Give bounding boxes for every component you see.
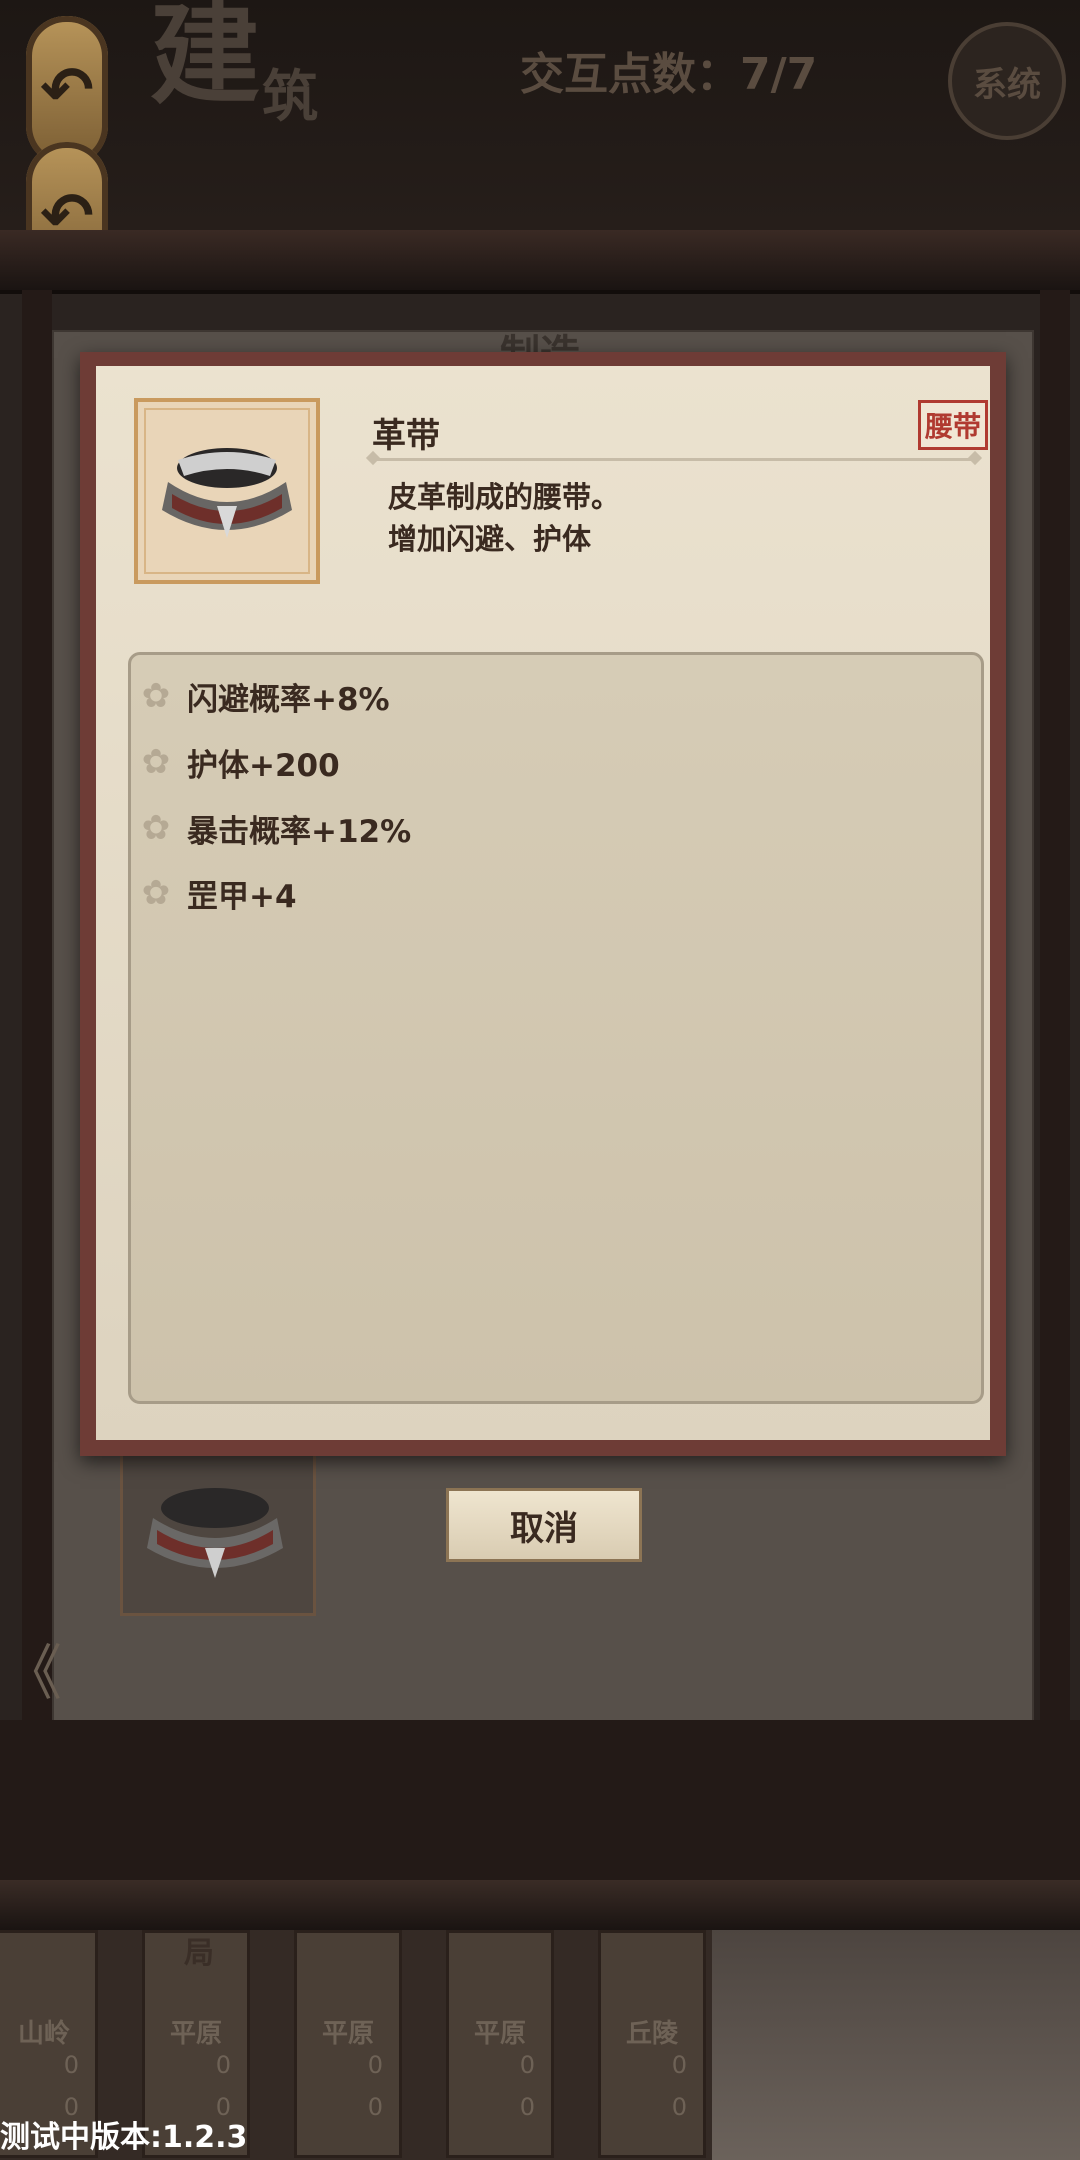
tile-value: 0 bbox=[63, 2051, 79, 2079]
stat-row: ✿ 罡甲+4 bbox=[137, 868, 297, 918]
divider bbox=[374, 458, 974, 461]
stat-text: 罡甲+4 bbox=[187, 878, 297, 915]
item-slot[interactable] bbox=[120, 1445, 316, 1616]
item-type-tag: 腰带 bbox=[918, 400, 989, 450]
description-line: 增加闪避、护体 bbox=[388, 522, 592, 556]
frame-right bbox=[1040, 290, 1070, 1890]
undo-arrow-icon: ↶ bbox=[40, 54, 94, 128]
bottom-label: 局 bbox=[184, 1936, 214, 1971]
tile-name: 丘陵 bbox=[625, 2019, 678, 2049]
chevron-left-icon[interactable]: 《 bbox=[2, 1625, 62, 1712]
tile-value: 0 bbox=[519, 2093, 535, 2121]
cancel-button[interactable]: 取消 bbox=[446, 1488, 642, 1562]
page-title: 建 bbox=[150, 0, 260, 119]
stat-text: 护体+200 bbox=[187, 747, 340, 784]
tile-value: 0 bbox=[671, 2093, 687, 2121]
item-icon-frame bbox=[134, 398, 320, 584]
tile-value: 0 bbox=[367, 2051, 383, 2079]
stat-text: 闪避概率+8% bbox=[187, 681, 390, 718]
tile-name: 平原 bbox=[321, 2019, 374, 2049]
page-title-suffix: 筑 bbox=[262, 64, 318, 130]
tile-name: 平原 bbox=[473, 2019, 526, 2049]
stats-panel: ✿ 闪避概率+8% ✿ 护体+200 ✿ 暴击概率+12% ✿ 罡甲+4 bbox=[128, 652, 984, 1404]
belt-icon bbox=[162, 448, 292, 538]
flower-icon: ✿ bbox=[141, 808, 171, 848]
version-label: 测试中版本:1.2.3 bbox=[0, 2120, 248, 2155]
tile-name: 平原 bbox=[169, 2019, 222, 2049]
flower-icon: ✿ bbox=[141, 742, 171, 782]
stat-row: ✿ 护体+200 bbox=[137, 737, 340, 787]
flower-icon: ✿ bbox=[141, 676, 171, 716]
stat-row: ✿ 闪避概率+8% bbox=[137, 671, 390, 721]
description-line: 皮革制成的腰带。 bbox=[388, 480, 621, 514]
interaction-points: 交互点数：7/7 bbox=[520, 49, 818, 100]
tile-value: 0 bbox=[671, 2051, 687, 2079]
top-rail bbox=[0, 230, 1080, 294]
stat-text: 暴击概率+12% bbox=[187, 813, 412, 850]
scene-illustration bbox=[712, 1930, 1080, 2160]
tile-value: 0 bbox=[215, 2051, 231, 2079]
stat-row: ✿ 暴击概率+12% bbox=[137, 803, 411, 853]
terrain-tile[interactable]: 平原 0 0 bbox=[294, 1930, 402, 2158]
tile-value: 0 bbox=[519, 2051, 535, 2079]
lower-area bbox=[0, 1720, 1080, 1880]
tile-name: 山岭 bbox=[17, 2019, 70, 2049]
item-description: 皮革制成的腰带。 增加闪避、护体 bbox=[388, 476, 620, 560]
tile-value: 0 bbox=[367, 2093, 383, 2121]
terrain-tile[interactable]: 平原 0 0 bbox=[446, 1930, 554, 2158]
bottom-rail bbox=[0, 1880, 1080, 1930]
item-detail-dialog: 革带 腰带 皮革制成的腰带。 增加闪避、护体 ✿ 闪避概率+8% ✿ 护体+20… bbox=[80, 352, 1006, 1456]
terrain-tile[interactable]: 丘陵 0 0 bbox=[598, 1930, 706, 2158]
item-name: 革带 bbox=[372, 416, 440, 456]
flower-icon: ✿ bbox=[141, 873, 171, 913]
system-button[interactable]: 系统 bbox=[948, 22, 1066, 140]
belt-icon bbox=[147, 1488, 283, 1578]
dialog-body: 革带 腰带 皮革制成的腰带。 增加闪避、护体 ✿ 闪避概率+8% ✿ 护体+20… bbox=[96, 366, 990, 1440]
